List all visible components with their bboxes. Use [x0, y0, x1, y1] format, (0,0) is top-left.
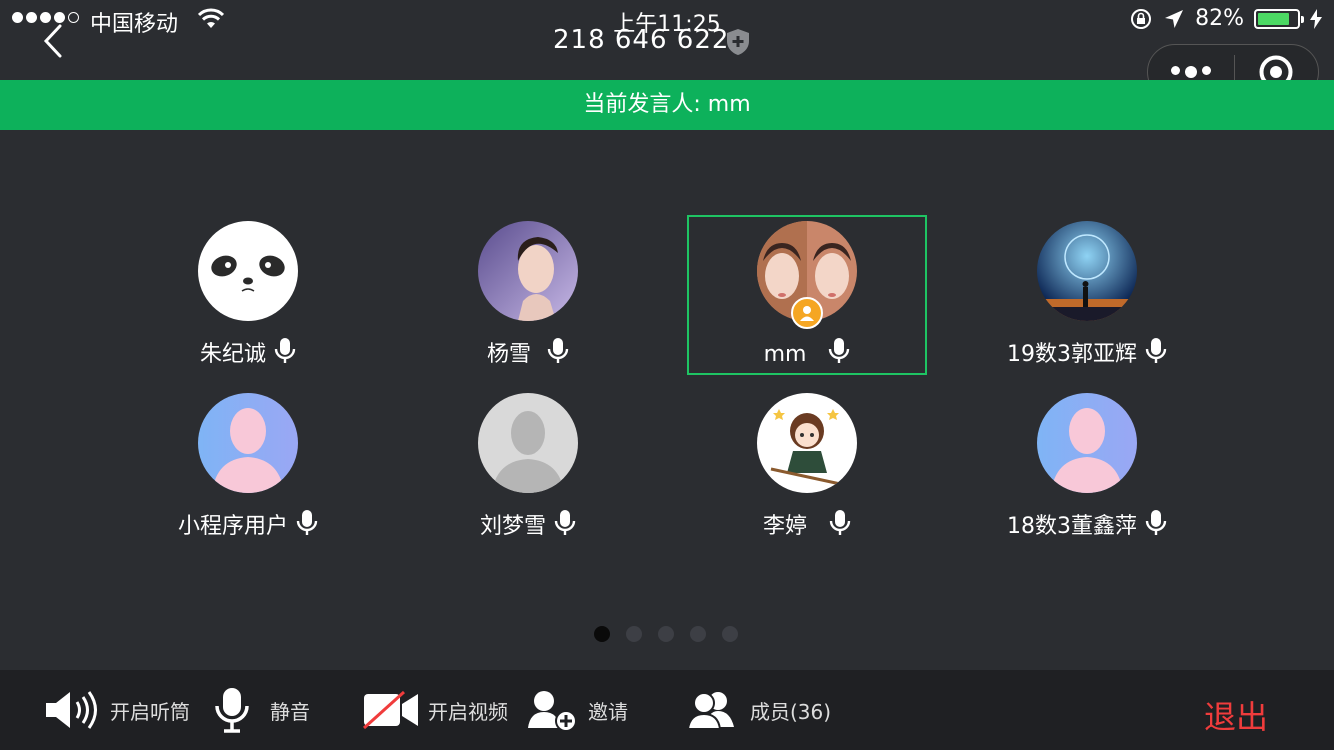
default-gray-avatar — [478, 393, 578, 493]
cartoon-girl-avatar — [757, 393, 857, 493]
meeting-id: 218 646 622 — [553, 25, 730, 55]
video-off-icon — [362, 690, 418, 730]
charging-bolt-icon — [1310, 8, 1322, 29]
member-card-active-speaker[interactable]: mm — [687, 215, 927, 375]
video-label: 开启视频 — [428, 699, 508, 724]
exit-button[interactable]: 退出 — [1204, 692, 1268, 738]
speakerphone-button[interactable]: 开启听筒 — [44, 670, 190, 750]
microphone-icon — [547, 338, 569, 363]
bottom-toolbar: 开启听筒 静音 开启视频 邀请 成员(36) — [0, 670, 1334, 750]
night-sky-avatar — [1037, 221, 1137, 321]
mute-button[interactable]: 静音 — [214, 670, 310, 750]
member-name: 18数3董鑫萍 — [1007, 514, 1137, 539]
back-icon[interactable] — [40, 22, 70, 62]
microphone-icon — [296, 510, 318, 535]
invite-button[interactable]: 邀请 — [526, 670, 628, 750]
member-card[interactable]: 18数3董鑫萍 — [967, 388, 1207, 548]
member-card[interactable]: 刘梦雪 — [408, 388, 648, 548]
battery-percent: 82% — [1195, 6, 1244, 31]
video-button[interactable]: 开启视频 — [362, 670, 508, 750]
page-dot[interactable] — [626, 626, 642, 642]
member-card[interactable]: 杨雪 — [408, 216, 648, 376]
microphone-icon — [215, 688, 249, 733]
member-name: mm — [763, 342, 807, 367]
current-speaker-banner: 当前发言人: mm — [0, 80, 1334, 130]
microphone-icon — [829, 338, 850, 363]
member-name: 19数3郭亚辉 — [1007, 342, 1137, 367]
member-card[interactable]: 小程序用户 — [128, 388, 368, 548]
page-dot[interactable] — [690, 626, 706, 642]
member-name: 杨雪 — [486, 342, 531, 367]
speaker-icon — [46, 691, 97, 729]
host-badge-icon — [791, 297, 823, 329]
member-name: 朱纪诚 — [199, 342, 266, 367]
members-label: 成员(36) — [750, 699, 832, 724]
rotation-lock-icon — [1131, 8, 1152, 29]
microphone-icon — [1145, 338, 1167, 363]
mute-label: 静音 — [270, 699, 310, 724]
member-name: 小程序用户 — [177, 514, 288, 539]
shield-icon — [727, 29, 749, 55]
invite-label: 邀请 — [588, 699, 628, 724]
woman-photo-avatar — [478, 221, 578, 321]
microphone-icon — [554, 510, 576, 535]
location-arrow-icon — [1165, 9, 1184, 28]
member-card[interactable]: 李婷 — [687, 388, 927, 548]
page-dot[interactable] — [658, 626, 674, 642]
member-card[interactable]: 朱纪诚 — [128, 216, 368, 376]
members-button[interactable]: 成员(36) — [686, 670, 831, 750]
page-indicator[interactable] — [594, 626, 738, 642]
microphone-icon — [1145, 510, 1167, 535]
top-bar: 中国移动 上午11:25 218 646 622 82% — [0, 0, 1334, 100]
panda-avatar — [198, 221, 298, 321]
microphone-icon — [274, 338, 296, 363]
microphone-icon — [829, 510, 851, 535]
speakerphone-label: 开启听筒 — [110, 699, 190, 724]
default-blue-avatar — [198, 393, 298, 493]
member-name: 刘梦雪 — [479, 514, 546, 539]
page-dot[interactable] — [722, 626, 738, 642]
page-dot[interactable] — [594, 626, 610, 642]
default-blue-avatar — [1037, 393, 1137, 493]
right-status: 82% — [1129, 6, 1322, 31]
members-icon — [686, 692, 734, 730]
member-name: 李婷 — [762, 514, 807, 539]
add-user-icon — [528, 691, 577, 732]
battery-icon — [1254, 8, 1304, 29]
member-card[interactable]: 19数3郭亚辉 — [967, 216, 1207, 376]
more-icon[interactable] — [1148, 66, 1234, 78]
